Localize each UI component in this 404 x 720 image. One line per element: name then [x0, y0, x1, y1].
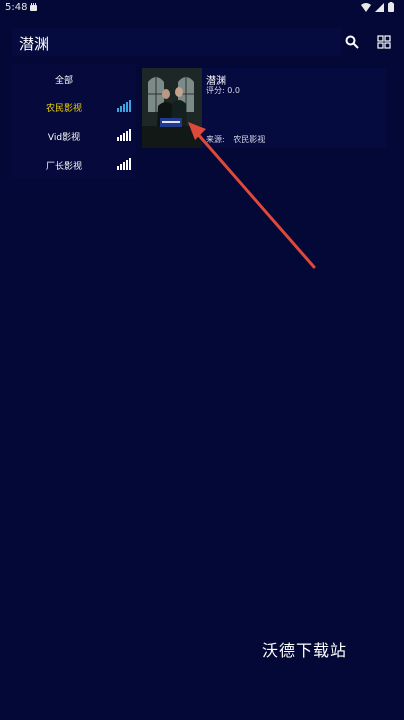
watermark-text: 沃德下载站	[262, 641, 348, 660]
annotation-arrow	[188, 122, 316, 269]
